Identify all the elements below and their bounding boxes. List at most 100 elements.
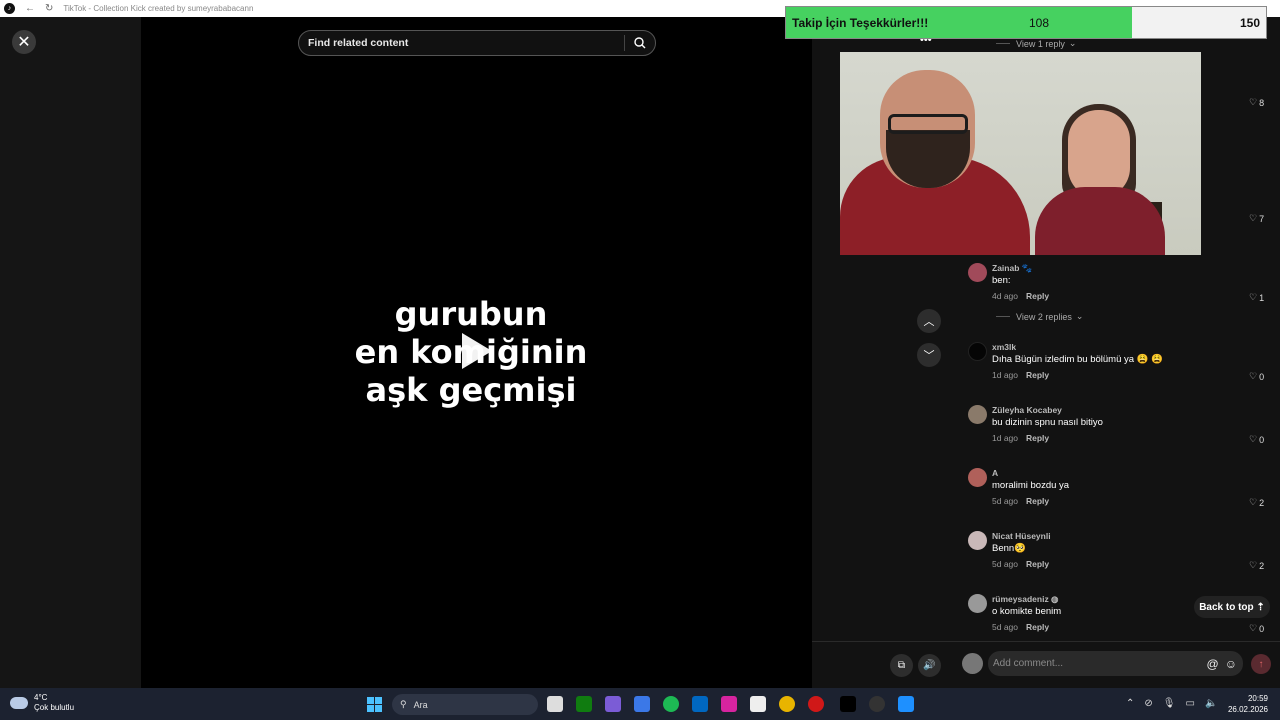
like-button[interactable]: ♡ 2 (1249, 560, 1264, 571)
send-comment-button[interactable]: ↑ (1251, 654, 1271, 674)
comment-username[interactable]: Zainab 🐾 (992, 263, 1032, 274)
chrome-icon[interactable] (779, 696, 795, 712)
start-button[interactable] (367, 697, 382, 712)
avatar[interactable] (968, 342, 987, 361)
left-backdrop (0, 17, 141, 688)
like-count: 0 (1259, 434, 1265, 445)
search-icon (634, 37, 646, 49)
comment-input[interactable] (988, 658, 1207, 669)
comment-username[interactable]: rümeysadeniz ◍ (992, 594, 1058, 605)
reply-button[interactable]: Reply (1026, 370, 1049, 380)
avatar[interactable] (968, 263, 987, 282)
task-view-icon[interactable] (547, 696, 563, 712)
chevron-down-icon: ⌄ (1068, 38, 1077, 48)
copilot-icon[interactable] (634, 696, 650, 712)
clock-time: 20:59 (1247, 694, 1268, 703)
pip-button[interactable]: ⧉ (890, 654, 913, 677)
taskbar-search[interactable]: ⚲ Ara (392, 694, 538, 715)
heart-icon: ♡ (1249, 497, 1258, 507)
like-count: 0 (1259, 371, 1265, 382)
mention-icon[interactable]: @ (1207, 657, 1219, 671)
reply-button[interactable]: Reply (1026, 622, 1049, 632)
reply-button[interactable]: Reply (1026, 291, 1049, 301)
comment-username[interactable]: xm3lk (992, 342, 1016, 352)
microphone-icon[interactable]: 🎙 (1163, 698, 1176, 709)
webcam-overlay (840, 52, 1201, 255)
comment-time: 1d ago (992, 433, 1018, 443)
comment-username[interactable]: A (992, 468, 998, 478)
heart-icon: ♡ (1249, 623, 1258, 633)
follow-goal-target: 150 (1239, 16, 1260, 30)
emoji-icon[interactable]: ☺ (1225, 657, 1237, 671)
like-button[interactable]: ♡ 2 (1249, 497, 1264, 508)
office-icon[interactable] (605, 696, 621, 712)
comment-text: Dıha Bügün izledim bu bölümü ya 😩 😩 (992, 354, 1163, 365)
previous-video-button[interactable]: ︿ (917, 309, 941, 333)
search-icon: ⚲ (400, 699, 407, 709)
heart-icon: ♡ (1249, 371, 1258, 381)
caption-line: aşk geçmişi (365, 371, 577, 409)
comment-username[interactable]: Züleyha Kocabey (992, 405, 1062, 415)
view-replies-button[interactable]: View 2 replies ⌄ (996, 311, 1083, 322)
speaker-icon[interactable]: 🔈 (1205, 698, 1217, 709)
like-button[interactable]: ♡ 0 (1249, 434, 1264, 445)
chevron-up-icon: ︿ (923, 316, 935, 328)
like-button[interactable]: ♡ 7 (1249, 213, 1264, 224)
like-button[interactable]: ♡ 8 (1249, 97, 1264, 108)
search-input[interactable] (299, 37, 624, 49)
taskbar-search-label: Ara (413, 699, 428, 710)
like-count: 7 (1259, 213, 1265, 224)
like-button[interactable]: ♡ 1 (1249, 292, 1264, 303)
follow-goal-current: 108 (1029, 16, 1050, 30)
network-off-icon[interactable]: ⊘ (1144, 698, 1152, 709)
back-arrow-icon[interactable]: ← (25, 3, 35, 14)
reply-button[interactable]: Reply (1026, 559, 1049, 569)
spotify-icon[interactable] (663, 696, 679, 712)
tiktok-icon[interactable] (840, 696, 856, 712)
comment-time: 5d ago (992, 496, 1018, 506)
instagram-icon[interactable] (721, 696, 737, 712)
weather-widget[interactable]: 4°C Çok bulutlu (10, 693, 74, 713)
next-video-button[interactable]: ﹀ (917, 343, 941, 367)
play-icon[interactable] (462, 333, 492, 369)
back-to-top-button[interactable]: Back to top ⇡ (1194, 596, 1270, 618)
display-icon[interactable]: ▭ (1185, 698, 1194, 709)
reply-button[interactable]: Reply (1026, 496, 1049, 506)
avatar[interactable] (968, 594, 987, 613)
view-replies-label: View 2 replies (1016, 311, 1072, 322)
follow-goal-overlay: Takip İçin Teşekkürler!!! 108 150 (785, 6, 1267, 39)
heart-icon: ♡ (1249, 213, 1258, 223)
like-count: 8 (1259, 97, 1265, 108)
comment-username[interactable]: Nicat Hüseynli (992, 531, 1051, 541)
avatar[interactable] (968, 405, 987, 424)
like-count: 0 (1259, 623, 1265, 634)
xbox-icon[interactable] (576, 696, 592, 712)
search-button[interactable] (625, 37, 655, 49)
recorder-icon[interactable] (869, 696, 885, 712)
volume-icon: 🔊 (923, 660, 936, 671)
capcut-icon[interactable] (750, 696, 766, 712)
arrow-up-icon: ↑ (1258, 658, 1264, 670)
opera-icon[interactable] (808, 696, 824, 712)
comment-time: 5d ago (992, 622, 1018, 632)
chevron-up-icon[interactable]: ⌃ (1126, 698, 1134, 709)
comment-text: Benn🥺 (992, 543, 1027, 554)
follow-goal-label: Takip İçin Teşekkürler!!! (792, 16, 929, 30)
reply-button[interactable]: Reply (1026, 433, 1049, 443)
heart-icon: ♡ (1249, 97, 1258, 107)
clock[interactable]: 20:59 26.02.2026 (1226, 693, 1268, 715)
clock-date: 26.02.2026 (1227, 705, 1268, 714)
volume-button[interactable]: 🔊 (918, 654, 941, 677)
like-button[interactable]: ♡ 0 (1249, 623, 1264, 634)
like-button[interactable]: ♡ 0 (1249, 371, 1264, 382)
close-button[interactable]: ✕ (12, 30, 36, 54)
comment-time: 5d ago (992, 559, 1018, 569)
cloud-icon (10, 697, 28, 709)
app-icon[interactable] (898, 696, 914, 712)
refresh-icon[interactable]: ↻ (45, 3, 53, 14)
avatar[interactable] (968, 468, 987, 487)
avatar[interactable] (968, 531, 987, 550)
view-replies-button[interactable]: View 1 reply ⌄ (996, 38, 1076, 49)
like-count: 2 (1259, 560, 1265, 571)
store-icon[interactable] (692, 696, 708, 712)
